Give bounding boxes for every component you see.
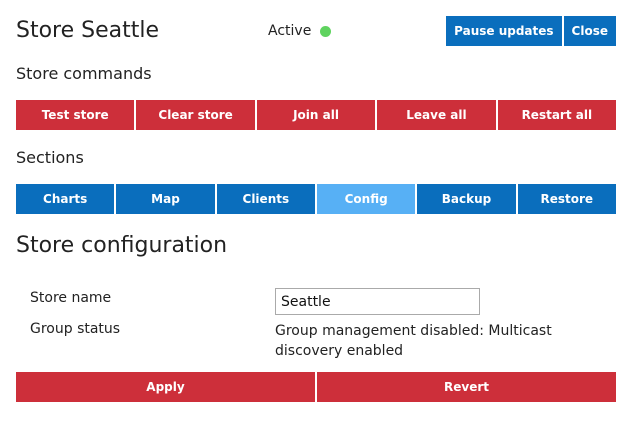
store-configuration-heading: Store configuration xyxy=(16,233,228,258)
page-title: Store Seattle xyxy=(16,18,160,43)
sections-heading: Sections xyxy=(16,148,84,167)
store-name-label: Store name xyxy=(30,290,112,306)
restart-all-button[interactable]: Restart all xyxy=(497,100,617,130)
store-commands-heading: Store commands xyxy=(16,64,152,83)
tab-config[interactable]: Config xyxy=(316,184,416,214)
pause-updates-button[interactable]: Pause updates xyxy=(446,16,562,46)
close-button[interactable]: Close xyxy=(563,16,616,46)
apply-button[interactable]: Apply xyxy=(16,372,315,402)
clear-store-button[interactable]: Clear store xyxy=(136,100,255,130)
store-commands-bar: Test store Clear store Join all Leave al… xyxy=(16,100,617,130)
test-store-button[interactable]: Test store xyxy=(16,100,135,130)
group-status-value: Group management disabled: Multicast dis… xyxy=(275,323,552,359)
sections-tab-bar: Charts Map Clients Config Backup Restore xyxy=(16,184,616,214)
tab-backup[interactable]: Backup xyxy=(417,184,516,214)
status-label: Active xyxy=(268,23,312,39)
leave-all-button[interactable]: Leave all xyxy=(377,100,496,130)
tab-charts[interactable]: Charts xyxy=(16,184,115,214)
header-actions: Pause updates Close xyxy=(446,16,616,46)
tab-clients[interactable]: Clients xyxy=(216,184,315,214)
store-header: Store Seattle Active Pause updates Close xyxy=(16,14,616,46)
store-name-input[interactable] xyxy=(275,288,480,315)
status-indicator: Active xyxy=(268,23,332,39)
revert-button[interactable]: Revert xyxy=(317,372,616,402)
group-status-label: Group status xyxy=(30,321,121,337)
join-all-button[interactable]: Join all xyxy=(256,100,376,130)
tab-restore[interactable]: Restore xyxy=(517,184,616,214)
config-actions-bar: Apply Revert xyxy=(16,372,616,402)
status-dot-icon xyxy=(320,25,332,37)
tab-map[interactable]: Map xyxy=(116,184,215,214)
